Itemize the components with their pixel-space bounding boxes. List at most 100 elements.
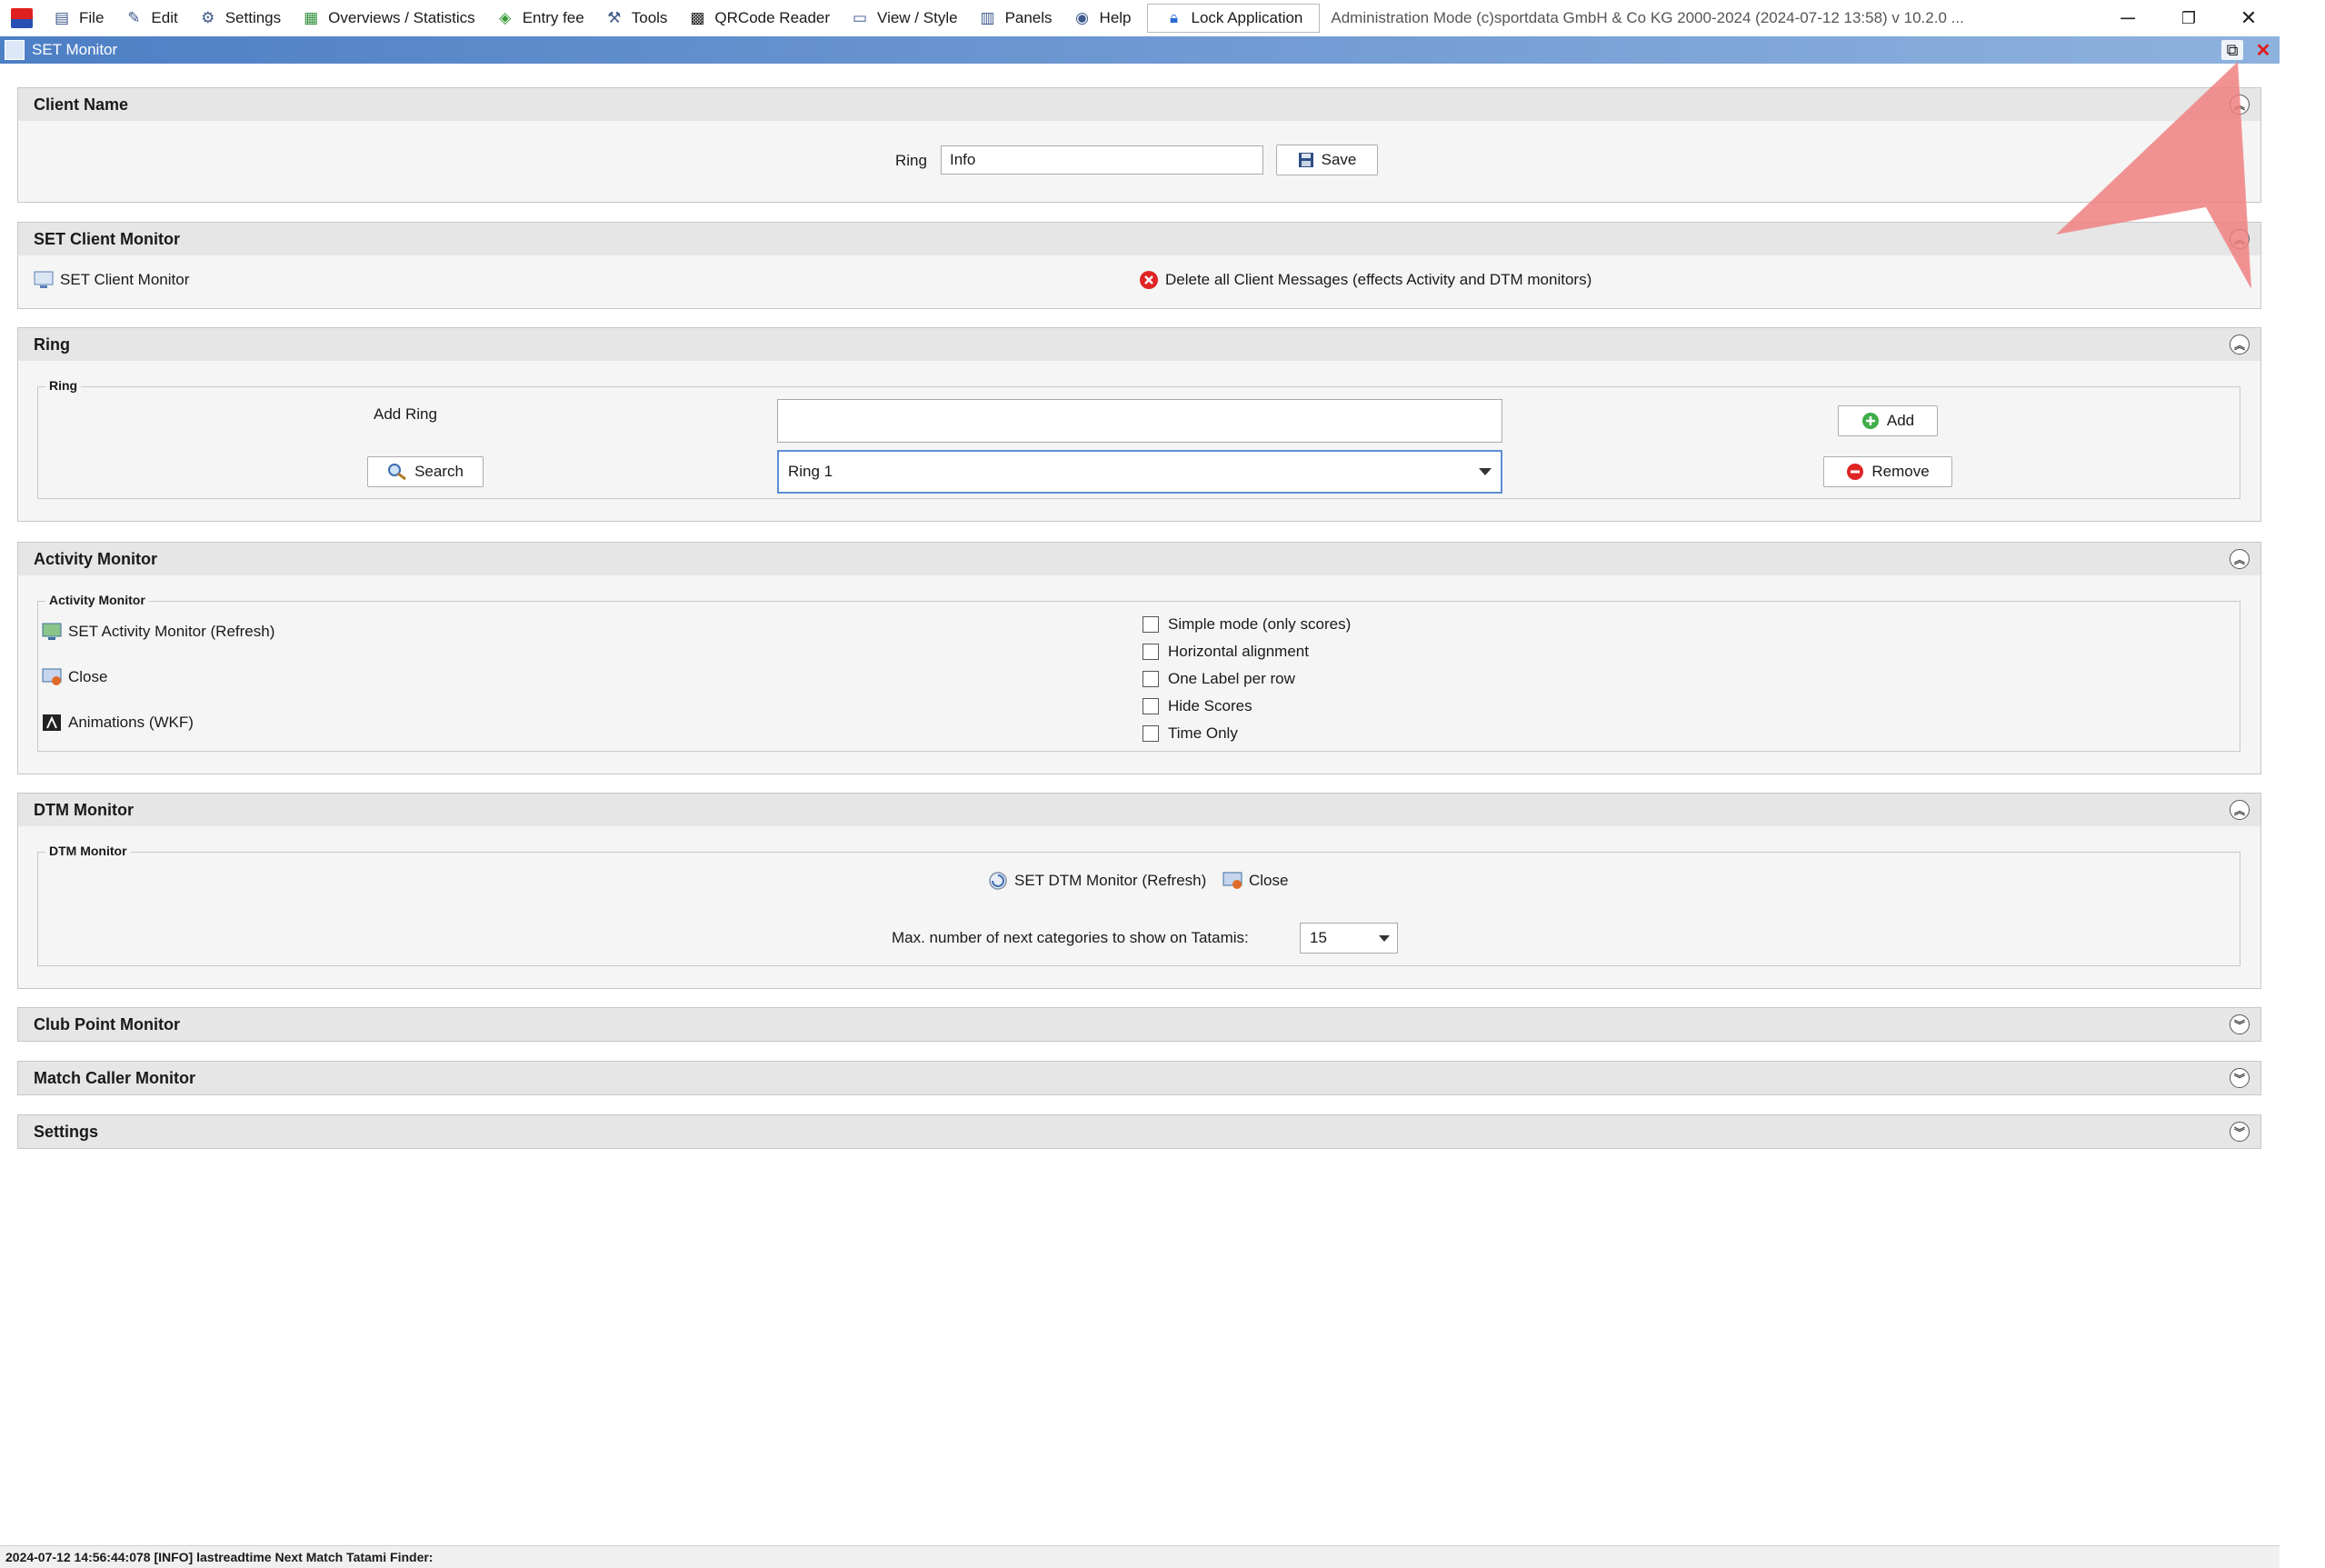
settings-header[interactable]: Settings ︾ [18,1115,2260,1148]
statistics-icon: ▦ [304,9,319,26]
refresh-icon [988,871,1008,891]
status-text: 2024-07-12 14:56:44:078 [INFO] lastreadt… [5,1550,434,1564]
client-name-input[interactable]: Info [941,145,1263,175]
match-caller-monitor-header[interactable]: Match Caller Monitor ︾ [18,1062,2260,1094]
activity-monitor-refresh-link[interactable]: SET Activity Monitor (Refresh) [42,622,274,642]
set-client-monitor-header[interactable]: SET Client Monitor ︽ [18,223,2260,255]
window-title: SET Monitor [32,41,118,58]
menu-settings[interactable]: ⚙ Settings [188,0,291,36]
collapse-icon[interactable]: ︽ [2230,229,2250,249]
delete-icon [1139,270,1159,290]
client-name-header[interactable]: Client Name ︽ [18,88,2260,121]
dtm-monitor-refresh-link[interactable]: SET DTM Monitor (Refresh) [988,871,1206,891]
view-icon: ▭ [853,9,868,26]
menu-overviews-statistics[interactable]: ▦ Overviews / Statistics [291,0,485,36]
menu-qrcode-reader[interactable]: ▩ QRCode Reader [677,0,840,36]
search-icon [387,463,407,481]
lock-application-button[interactable]: 🔒︎ Lock Application [1146,4,1321,33]
close-red-icon: ✕ [2255,40,2271,61]
monitor-refresh-icon [42,622,62,642]
dtm-monitor-close-link[interactable]: Close [1222,871,1288,891]
client-name-panel: Client Name ︽ Ring Info Save [17,87,2261,203]
close-app-button[interactable]: ✕ [2221,0,2276,36]
animation-icon [42,713,62,733]
activity-monitor-group-legend: Activity Monitor [45,593,149,607]
qrcode-icon: ▩ [690,9,705,26]
add-icon [1861,412,1880,430]
set-client-monitor-panel: SET Client Monitor ︽ SET Client Monitor … [17,222,2261,309]
save-button[interactable]: Save [1276,145,1378,175]
save-icon [1298,152,1314,168]
max-categories-select[interactable]: 15 [1300,923,1398,954]
help-icon: ◉ [1075,9,1089,26]
restore-icon: ❐ [2180,8,2197,27]
expand-icon[interactable]: ︾ [2230,1014,2250,1034]
settings-panel[interactable]: Settings ︾ [17,1114,2261,1149]
monitor-close-icon [1222,871,1242,891]
activity-monitor-header[interactable]: Activity Monitor ︽ [18,543,2260,575]
menu-bar: ▤ File ✎ Edit ⚙ Settings ▦ Overviews / Stati… [0,0,2325,36]
menu-help[interactable]: ◉ Help [1063,0,1142,36]
minimize-button[interactable]: ─ [2100,0,2155,36]
close-window-button[interactable]: ✕ [2252,40,2274,61]
file-icon: ▤ [54,9,70,26]
menu-entry-fee[interactable]: ◈ Entry fee [485,0,594,36]
window-title-info: Administration Mode (c)sportdata GmbH & … [1331,9,1964,26]
lock-icon: 🔒︎ [1169,9,1179,26]
one-label-per-row-checkbox[interactable]: One Label per row [1143,670,1295,688]
expand-icon[interactable]: ︾ [2230,1068,2250,1088]
dtm-monitor-group: DTM Monitor SET DTM Monitor (Refresh) Cl… [37,844,2240,966]
restore-button[interactable]: ❐ [2161,0,2216,36]
gear-icon: ⚙ [201,9,215,26]
status-bar: 2024-07-12 14:56:44:078 [INFO] lastreadt… [0,1545,2280,1568]
monitor-icon [34,270,54,290]
dtm-monitor-header[interactable]: DTM Monitor ︽ [18,794,2260,826]
activity-monitor-group: Activity Monitor SET Activity Monitor (R… [37,593,2240,752]
max-categories-label: Max. number of next categories to show o… [892,929,1249,946]
simple-mode-checkbox[interactable]: Simple mode (only scores) [1143,615,1351,634]
remove-icon [1846,463,1864,481]
collapse-icon[interactable]: ︽ [2230,335,2250,355]
ring-label: Ring [895,152,927,169]
dtm-monitor-panel: DTM Monitor ︽ DTM Monitor SET DTM Monito… [17,793,2261,989]
expand-icon[interactable]: ︾ [2230,1122,2250,1142]
monitor-window-icon [5,40,25,60]
collapse-icon[interactable]: ︽ [2230,549,2250,569]
close-icon: ✕ [2240,6,2258,29]
time-only-checkbox[interactable]: Time Only [1143,724,1238,743]
set-client-monitor-link[interactable]: SET Client Monitor [34,270,189,290]
menu-panels[interactable]: ▥ Panels [968,0,1063,36]
activity-monitor-panel: Activity Monitor ︽ Activity Monitor SET … [17,542,2261,774]
club-point-monitor-header[interactable]: Club Point Monitor ︾ [18,1008,2260,1041]
money-icon: ◈ [499,9,512,26]
menu-view-style[interactable]: ▭ View / Style [840,0,968,36]
match-caller-monitor-panel[interactable]: Match Caller Monitor ︾ [17,1061,2261,1095]
hide-scores-checkbox[interactable]: Hide Scores [1143,697,1252,715]
club-point-monitor-panel[interactable]: Club Point Monitor ︾ [17,1007,2261,1042]
horizontal-alignment-checkbox[interactable]: Horizontal alignment [1143,643,1309,661]
remove-ring-button[interactable]: Remove [1823,456,1952,487]
delete-client-messages-link[interactable]: Delete all Client Messages (effects Acti… [1139,270,1592,290]
collapse-icon[interactable]: ︽ [2230,95,2250,115]
collapse-icon[interactable]: ︽ [2230,800,2250,820]
ring-header[interactable]: Ring ︽ [18,328,2260,361]
add-ring-button[interactable]: Add [1838,405,1938,436]
add-ring-input[interactable] [777,399,1502,443]
menu-edit[interactable]: ✎ Edit [114,0,187,36]
undock-icon: ⧉ [2226,40,2239,59]
search-ring-button[interactable]: Search [367,456,484,487]
monitor-close-icon [42,667,62,687]
add-ring-label: Add Ring [374,405,437,423]
minimize-icon: ─ [2120,6,2135,29]
animations-wkf-link[interactable]: Animations (WKF) [42,713,194,733]
menu-file[interactable]: ▤ File [42,0,114,36]
dtm-monitor-group-legend: DTM Monitor [45,844,131,858]
edit-icon: ✎ [127,9,141,26]
activity-monitor-close-link[interactable]: Close [42,667,107,687]
ring-group-legend: Ring [45,378,82,393]
menu-tools[interactable]: ⚒ Tools [594,0,678,36]
ring-select[interactable]: Ring 1 [777,450,1502,494]
set-monitor-titlebar: SET Monitor ⧉ ✕ [0,36,2280,64]
wrench-icon: ⚒ [607,9,622,26]
undock-button[interactable]: ⧉ [2221,40,2243,60]
